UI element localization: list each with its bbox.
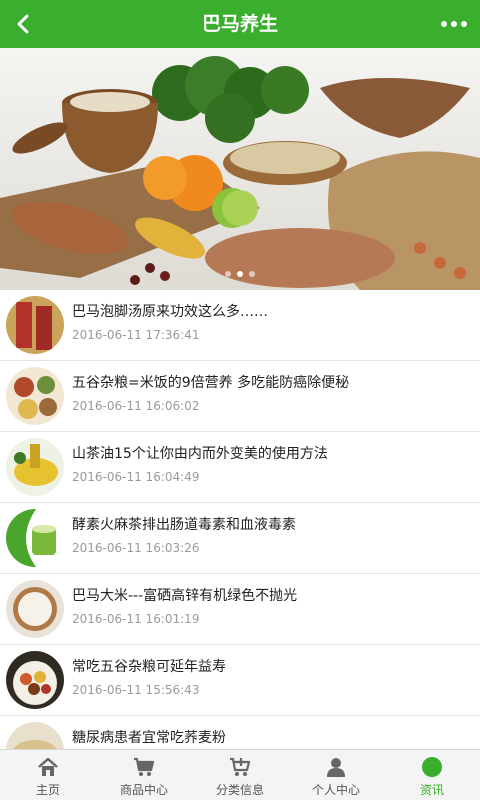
tab-label: 主页 (35, 783, 60, 797)
article-title: 巴马泡脚汤原来功效这么多…… (72, 304, 268, 320)
user-icon (327, 758, 345, 777)
list-item[interactable]: 巴马泡脚汤原来功效这么多…… 2016-06-11 17:36:41 (0, 290, 480, 361)
article-date: 2016-06-11 16:01:19 (72, 612, 200, 626)
article-title: 酵素火麻茶排出肠道毒素和血液毒素 (72, 517, 296, 533)
article-list: 巴马泡脚汤原来功效这么多…… 2016-06-11 17:36:41 五谷杂粮=… (0, 290, 480, 787)
home-icon (38, 757, 58, 776)
cart-icon (134, 757, 155, 776)
list-item[interactable]: 巴马大米---富硒高锌有机绿色不抛光 2016-06-11 16:01:19 (0, 574, 480, 645)
article-thumbnail (6, 438, 64, 496)
cart-plus-icon (230, 757, 251, 776)
article-date: 2016-06-11 17:36:41 (72, 328, 200, 342)
news-dot-icon (422, 757, 442, 777)
article-title: 常吃五谷杂粮可延年益寿 (72, 659, 226, 675)
tab-label: 个人中心 (311, 783, 360, 797)
article-date: 2016-06-11 16:04:49 (72, 470, 200, 484)
tab-label: 商品中心 (119, 783, 168, 797)
list-item[interactable]: 五谷杂粮=米饭的9倍营养 多吃能防癌除便秘 2016-06-11 16:06:0… (0, 361, 480, 432)
bottom-tab-bar: 主页 商品中心 分类信息 个人中心 资讯 (0, 749, 480, 800)
banner-carousel[interactable] (0, 48, 480, 290)
article-thumbnail (6, 296, 64, 354)
more-icon[interactable] (436, 8, 472, 40)
article-thumbnail (6, 509, 64, 567)
article-title: 五谷杂粮=米饭的9倍营养 多吃能防癌除便秘 (72, 375, 350, 391)
list-item[interactable]: 常吃五谷杂粮可延年益寿 2016-06-11 15:56:43 (0, 645, 480, 716)
article-date: 2016-06-11 16:03:26 (72, 541, 200, 555)
article-thumbnail (6, 651, 64, 709)
tab-categories[interactable]: 分类信息 (192, 750, 288, 800)
article-title: 山茶油15个让你由内而外变美的使用方法 (72, 446, 328, 462)
article-thumbnail (6, 580, 64, 638)
article-date: 2016-06-11 16:06:02 (72, 399, 200, 413)
top-bar: 巴马养生 (0, 0, 480, 48)
article-thumbnail (6, 367, 64, 425)
banner-image (0, 48, 480, 290)
tab-profile[interactable]: 个人中心 (288, 750, 384, 800)
tab-products[interactable]: 商品中心 (96, 750, 192, 800)
tab-label: 分类信息 (215, 783, 264, 797)
article-title: 巴马大米---富硒高锌有机绿色不抛光 (72, 588, 298, 604)
article-date: 2016-06-11 15:56:43 (72, 683, 200, 697)
article-title: 糖尿病患者宜常吃荞麦粉 (72, 730, 226, 746)
tab-news[interactable]: 资讯 (384, 750, 480, 800)
tab-label: 资讯 (419, 783, 444, 797)
tab-home[interactable]: 主页 (0, 750, 96, 800)
list-item[interactable]: 山茶油15个让你由内而外变美的使用方法 2016-06-11 16:04:49 (0, 432, 480, 503)
list-item[interactable]: 酵素火麻茶排出肠道毒素和血液毒素 2016-06-11 16:03:26 (0, 503, 480, 574)
page-title: 巴马养生 (201, 13, 278, 35)
